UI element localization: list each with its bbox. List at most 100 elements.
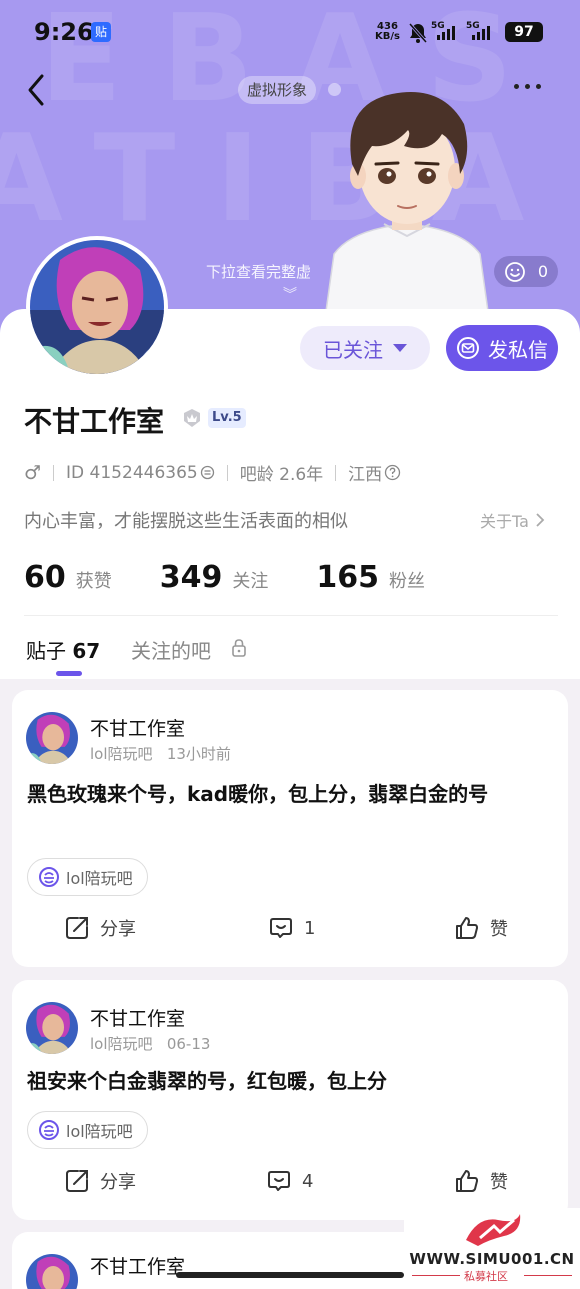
battery-level: 97 — [505, 22, 543, 42]
forum-tag[interactable]: lol陪玩吧 — [27, 858, 148, 896]
post-time: 13小时前 — [166, 745, 231, 763]
following-stat-label: 关注 — [232, 571, 269, 592]
post-author-name[interactable]: 不甘工作室 — [90, 1252, 185, 1279]
following-count[interactable]: 349 — [160, 560, 223, 595]
divider — [412, 1275, 460, 1276]
signal-bars-icon — [472, 26, 490, 40]
forum-icon — [39, 867, 59, 887]
share-label: 分享 — [100, 919, 136, 940]
app-notification-icon: 贴 — [91, 22, 111, 42]
forum-icon — [39, 1120, 59, 1140]
comment-icon — [270, 918, 292, 938]
likes-label: 获赞 — [75, 571, 112, 592]
tab-posts[interactable]: 贴子 67 — [26, 635, 100, 664]
thumbs-up-icon — [456, 1170, 478, 1192]
share-label: 分享 — [100, 1172, 136, 1193]
level-badge[interactable]: Lv.5 — [208, 408, 246, 428]
followers-label: 粉丝 — [389, 571, 425, 592]
lock-icon — [232, 639, 246, 657]
following-label: 已关注 — [323, 337, 383, 362]
pulldown-hint: 下拉查看完整虚 — [206, 263, 312, 281]
message-icon — [457, 337, 479, 359]
share-icon — [66, 1170, 88, 1192]
share-icon — [66, 917, 88, 939]
post-author-name[interactable]: 不甘工作室 — [90, 714, 185, 741]
like-label: 赞 — [490, 1172, 508, 1193]
comment-button[interactable]: 1 — [268, 915, 315, 941]
back-arrow-icon[interactable] — [22, 72, 52, 108]
post-author-avatar[interactable] — [26, 1254, 78, 1289]
profile-name: 不甘工作室 — [24, 405, 165, 438]
divider — [524, 1275, 572, 1276]
smiley-icon — [505, 261, 525, 282]
double-chevron-down-icon: ︾ — [283, 287, 297, 303]
brand-logo-icon — [466, 1214, 521, 1246]
post-actions: 分享 4 赞 — [12, 1168, 568, 1198]
avatar[interactable] — [26, 236, 168, 378]
post-meta: lol陪玩吧 06-13 — [90, 1033, 210, 1054]
likes-count[interactable]: 60 — [24, 560, 66, 595]
chevron-right-icon — [536, 513, 545, 527]
send-message-button[interactable]: 发私信 — [446, 325, 558, 371]
network-speed-unit: KB/s — [375, 31, 400, 42]
post-meta: lol陪玩吧 13小时前 — [90, 743, 231, 764]
mute-bell-icon — [408, 23, 428, 43]
user-id[interactable]: ID 4152446365 — [66, 463, 198, 483]
post-forum[interactable]: lol陪玩吧 — [90, 1035, 153, 1053]
profile-meta-row: ♂ ID 4152446365 吧龄 2.6年 江西 — [24, 460, 401, 485]
site-watermark: WWW.SIMU001.CN 私募社区 — [404, 1208, 580, 1289]
post-card[interactable]: 不甘工作室 lol陪玩吧 06-13 祖安来个白金翡翠的号，红包暖，包上分 lo… — [12, 980, 568, 1220]
avatar-like-button[interactable]: 0 — [494, 256, 558, 287]
avatar-image — [30, 240, 164, 374]
signal-bars-icon — [437, 26, 455, 40]
watermark-url: WWW.SIMU001.CN — [409, 1250, 575, 1268]
account-age: 吧龄 2.6年 — [239, 465, 324, 485]
tab-posts-label: 贴子 — [26, 639, 66, 663]
thumbs-up-icon — [456, 917, 478, 939]
comment-button[interactable]: 4 — [266, 1168, 313, 1194]
tab-followed-bars[interactable]: 关注的吧 — [131, 635, 211, 664]
gender-male-icon: ♂ — [24, 461, 42, 484]
crown-badge-icon — [184, 409, 200, 427]
following-dropdown-button[interactable]: 已关注 — [300, 326, 430, 370]
share-button[interactable]: 分享 — [64, 1168, 136, 1194]
post-author-avatar[interactable] — [26, 1002, 78, 1054]
divider — [24, 615, 558, 616]
send-message-label: 发私信 — [488, 337, 548, 362]
followers-count[interactable]: 165 — [316, 560, 379, 595]
network-speed: 436 KB/s — [375, 22, 400, 42]
share-button[interactable]: 分享 — [64, 915, 136, 941]
profile-bio: 内心丰富，才能摆脱这些生活表面的相似 — [24, 511, 348, 532]
comment-icon — [268, 1171, 290, 1191]
post-card[interactable]: 不甘工作室 lol陪玩吧 13小时前 黑色玫瑰来个号，kad暖你，包上分，翡翠白… — [12, 690, 568, 967]
home-indicator[interactable] — [176, 1272, 404, 1278]
post-actions: 分享 1 赞 — [12, 915, 568, 945]
virtual-avatar-label[interactable]: 虚拟形象 — [238, 76, 317, 104]
profile-stats: 60 获赞 349 关注 165 粉丝 — [24, 560, 425, 595]
active-tab-indicator — [56, 671, 82, 676]
about-label: 关于Ta — [480, 512, 529, 531]
location: 江西 — [348, 465, 383, 485]
status-time: 9:26 — [34, 18, 94, 46]
copy-icon[interactable] — [200, 465, 215, 480]
like-button[interactable]: 赞 — [454, 1168, 508, 1194]
more-options-icon[interactable] — [514, 84, 541, 89]
post-content[interactable]: 黑色玫瑰来个号，kad暖你，包上分，翡翠白金的号 — [27, 777, 557, 812]
post-author-name[interactable]: 不甘工作室 — [90, 1004, 185, 1031]
status-bar: 9:26 贴 436 KB/s 5G 5G 97 — [0, 18, 580, 50]
comment-count: 1 — [304, 917, 316, 939]
comment-count: 4 — [302, 1170, 314, 1192]
like-label: 赞 — [490, 919, 508, 940]
caret-down-icon — [393, 344, 407, 352]
post-time: 06-13 — [166, 1035, 211, 1053]
post-author-avatar[interactable] — [26, 712, 78, 764]
help-icon[interactable] — [384, 464, 401, 481]
forum-tag[interactable]: lol陪玩吧 — [27, 1111, 148, 1149]
post-forum[interactable]: lol陪玩吧 — [90, 745, 153, 763]
forum-tag-label: lol陪玩吧 — [66, 1122, 133, 1141]
virtual-avatar-character[interactable] — [312, 84, 502, 340]
like-button[interactable]: 赞 — [454, 915, 508, 941]
about-link[interactable]: 关于Ta — [480, 508, 545, 532]
post-content[interactable]: 祖安来个白金翡翠的号，红包暖，包上分 — [27, 1064, 557, 1099]
watermark-name: 私募社区 — [464, 1270, 508, 1283]
